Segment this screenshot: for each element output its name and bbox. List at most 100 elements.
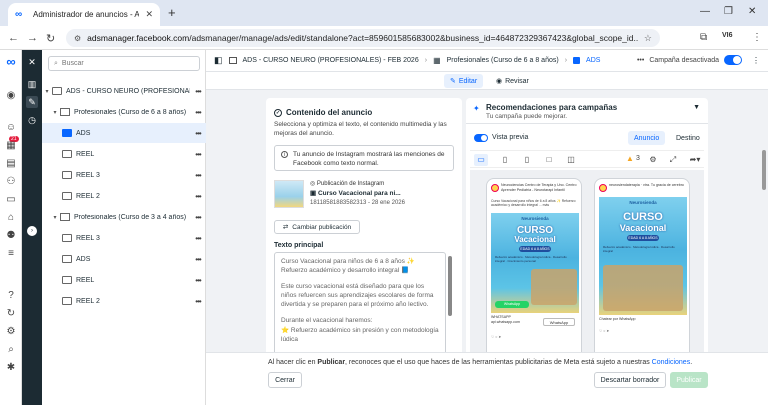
- tree-ad-row[interactable]: REEL 3 •••: [42, 228, 206, 248]
- omnibox[interactable]: ⚙ adsmanager.facebook.com/adsmanager/man…: [66, 29, 660, 47]
- new-tab-icon[interactable]: +: [168, 5, 176, 20]
- tree-adset-row[interactable]: ▾ Profesionales (Curso de 3 a 4 años) ••…: [42, 207, 206, 227]
- audience-icon[interactable]: ⚇: [5, 176, 17, 187]
- close-tab-icon[interactable]: ✕: [145, 9, 153, 20]
- tree-ad-row[interactable]: ADS •••: [42, 123, 206, 143]
- people-icon[interactable]: ⚉: [5, 230, 17, 241]
- primary-text-field[interactable]: Curso Vacacional para niños de 6 a 8 año…: [274, 252, 446, 358]
- tree-ad-row[interactable]: REEL •••: [42, 144, 206, 164]
- settings-icon[interactable]: ⚙: [5, 326, 17, 337]
- campaign-toggle[interactable]: [724, 55, 742, 65]
- expand-icon[interactable]: ⤢: [666, 154, 680, 166]
- tree-adset-row[interactable]: ▾ Profesionales (Curso de 6 a 8 años) ••…: [42, 102, 206, 122]
- whatsapp-cta-button[interactable]: WhatsApp: [543, 318, 575, 326]
- browser-tab[interactable]: ∞ Administrador de anuncios - Ad ✕: [8, 3, 160, 26]
- search-input[interactable]: [61, 60, 182, 67]
- meta-logo-icon[interactable]: ∞: [0, 50, 22, 72]
- tree-search[interactable]: ⌕: [48, 56, 200, 71]
- more-icon[interactable]: •••: [190, 192, 206, 201]
- publish-button[interactable]: Publicar: [670, 372, 708, 388]
- minimize-icon[interactable]: —: [700, 6, 710, 17]
- all-placements-icon[interactable]: ▭: [474, 154, 488, 166]
- tree-ad-row[interactable]: REEL •••: [42, 270, 206, 290]
- close-editor-icon[interactable]: ✕: [26, 56, 38, 68]
- phone-preview-feed[interactable]: Neurociencias Centro de Terapia y Uno. C…: [486, 178, 582, 358]
- grid-icon[interactable]: ▦: [5, 140, 17, 151]
- mobile-icon[interactable]: ▯: [520, 154, 534, 166]
- tab-anuncio[interactable]: Anuncio: [628, 131, 666, 145]
- more-icon[interactable]: •••: [190, 108, 206, 117]
- avatar-icon[interactable]: ◉: [5, 90, 17, 101]
- more-icon[interactable]: •••: [190, 255, 206, 264]
- billing-icon[interactable]: ▭: [5, 194, 17, 205]
- chevron-down-icon[interactable]: ▾: [50, 109, 60, 116]
- tree-ad-row[interactable]: ADS •••: [42, 249, 206, 269]
- breadcrumb-adset[interactable]: Profesionales (Curso de 6 a 8 años): [447, 57, 559, 64]
- close-button[interactable]: Cerrar: [268, 372, 302, 388]
- square-icon[interactable]: □: [542, 154, 556, 166]
- profile-avatar[interactable]: VI6: [722, 32, 733, 39]
- page-scrollbar[interactable]: [762, 150, 766, 190]
- tab-destino[interactable]: Destino: [670, 131, 706, 145]
- review-button[interactable]: ◉ Revisar: [490, 74, 535, 88]
- history-icon[interactable]: ◷: [26, 114, 38, 126]
- publish-footer: Al hacer clic en Publicar, reconoces que…: [206, 352, 768, 405]
- feed-icon[interactable]: ▯: [498, 154, 512, 166]
- chevron-down-icon[interactable]: ▾: [42, 88, 52, 95]
- edit-pencil-icon[interactable]: ✎: [26, 96, 38, 108]
- expand-icon[interactable]: ›: [27, 226, 37, 236]
- change-publication-button[interactable]: ⇄ Cambiar publicación: [274, 220, 360, 234]
- share-dropdown-icon[interactable]: ➦▾: [686, 154, 704, 166]
- breadcrumb-ad[interactable]: ADS: [586, 57, 600, 64]
- help-icon[interactable]: ?: [5, 290, 17, 301]
- back-icon[interactable]: ←: [8, 32, 19, 44]
- preview-toggle[interactable]: [474, 134, 488, 142]
- chevron-down-icon[interactable]: ▼: [693, 104, 700, 111]
- breadcrumb-campaign[interactable]: ADS - CURSO NEURO (PROFESIONALES) - FEB …: [243, 57, 419, 64]
- menu-icon[interactable]: ⋮: [752, 32, 762, 43]
- more-icon[interactable]: •••: [190, 129, 206, 138]
- tree-ad-row[interactable]: REEL 3 •••: [42, 165, 206, 185]
- tree-campaign-row[interactable]: ▾ ADS - CURSO NEURO (PROFESIONAL... •••: [42, 81, 206, 101]
- story-icon[interactable]: ◫: [564, 154, 578, 166]
- tree-ad-row[interactable]: REEL 2 •••: [42, 291, 206, 311]
- recommendations-header[interactable]: ✦ Recomendaciones para campañas Tu campa…: [466, 98, 708, 124]
- sidebar-toggle-icon[interactable]: ◧: [214, 55, 223, 66]
- debug-icon[interactable]: ✱: [5, 362, 17, 373]
- chat-whatsapp-link[interactable]: Chatear por WhatsApp: [599, 317, 687, 322]
- warning-icon[interactable]: ▲: [626, 154, 634, 163]
- store-icon[interactable]: ⌂: [5, 212, 17, 223]
- search-icon[interactable]: ⌕: [5, 344, 17, 355]
- extensions-icon[interactable]: ⧉: [700, 32, 707, 43]
- more-icon[interactable]: ⋮: [752, 56, 760, 65]
- smile-icon[interactable]: ☺: [5, 122, 17, 133]
- terms-link[interactable]: Condiciones: [652, 359, 691, 366]
- refresh-icon[interactable]: ↻: [5, 308, 17, 319]
- more-icon[interactable]: •••: [190, 276, 206, 285]
- phone-preview-instagram[interactable]: neurosiendaterapia · vtra. Tu gracia de …: [594, 178, 690, 358]
- close-window-icon[interactable]: ✕: [748, 6, 756, 17]
- more-icon[interactable]: •••: [190, 297, 206, 306]
- table-icon[interactable]: ▤: [5, 158, 17, 169]
- ad-icon: [62, 192, 72, 200]
- more-icon[interactable]: •••: [190, 234, 206, 243]
- forward-icon[interactable]: →: [27, 32, 38, 44]
- layers-icon[interactable]: ▥: [26, 78, 38, 90]
- tree-ad-row[interactable]: REEL 2 •••: [42, 186, 206, 206]
- maximize-icon[interactable]: ❐: [724, 6, 733, 17]
- more-icon[interactable]: •••: [190, 87, 206, 96]
- ad-icon: [62, 276, 72, 284]
- textarea-scrollbar[interactable]: [448, 256, 452, 316]
- edit-button[interactable]: ✎ Editar: [444, 74, 484, 88]
- hamburger-icon[interactable]: ≡: [5, 248, 17, 259]
- bookmark-icon[interactable]: ☆: [644, 33, 652, 44]
- site-info-icon[interactable]: ⚙: [74, 34, 81, 43]
- more-icon[interactable]: •••: [190, 150, 206, 159]
- more-icon[interactable]: •••: [190, 171, 206, 180]
- instagram-publication[interactable]: ◎ Publicación de Instagram ▣ Curso Vacac…: [274, 180, 454, 214]
- reload-icon[interactable]: ↻: [46, 32, 55, 45]
- more-icon[interactable]: •••: [190, 213, 206, 222]
- gear-icon[interactable]: ⚙: [646, 154, 660, 166]
- chevron-down-icon[interactable]: ▾: [50, 214, 60, 221]
- discard-draft-button[interactable]: Descartar borrador: [594, 372, 666, 388]
